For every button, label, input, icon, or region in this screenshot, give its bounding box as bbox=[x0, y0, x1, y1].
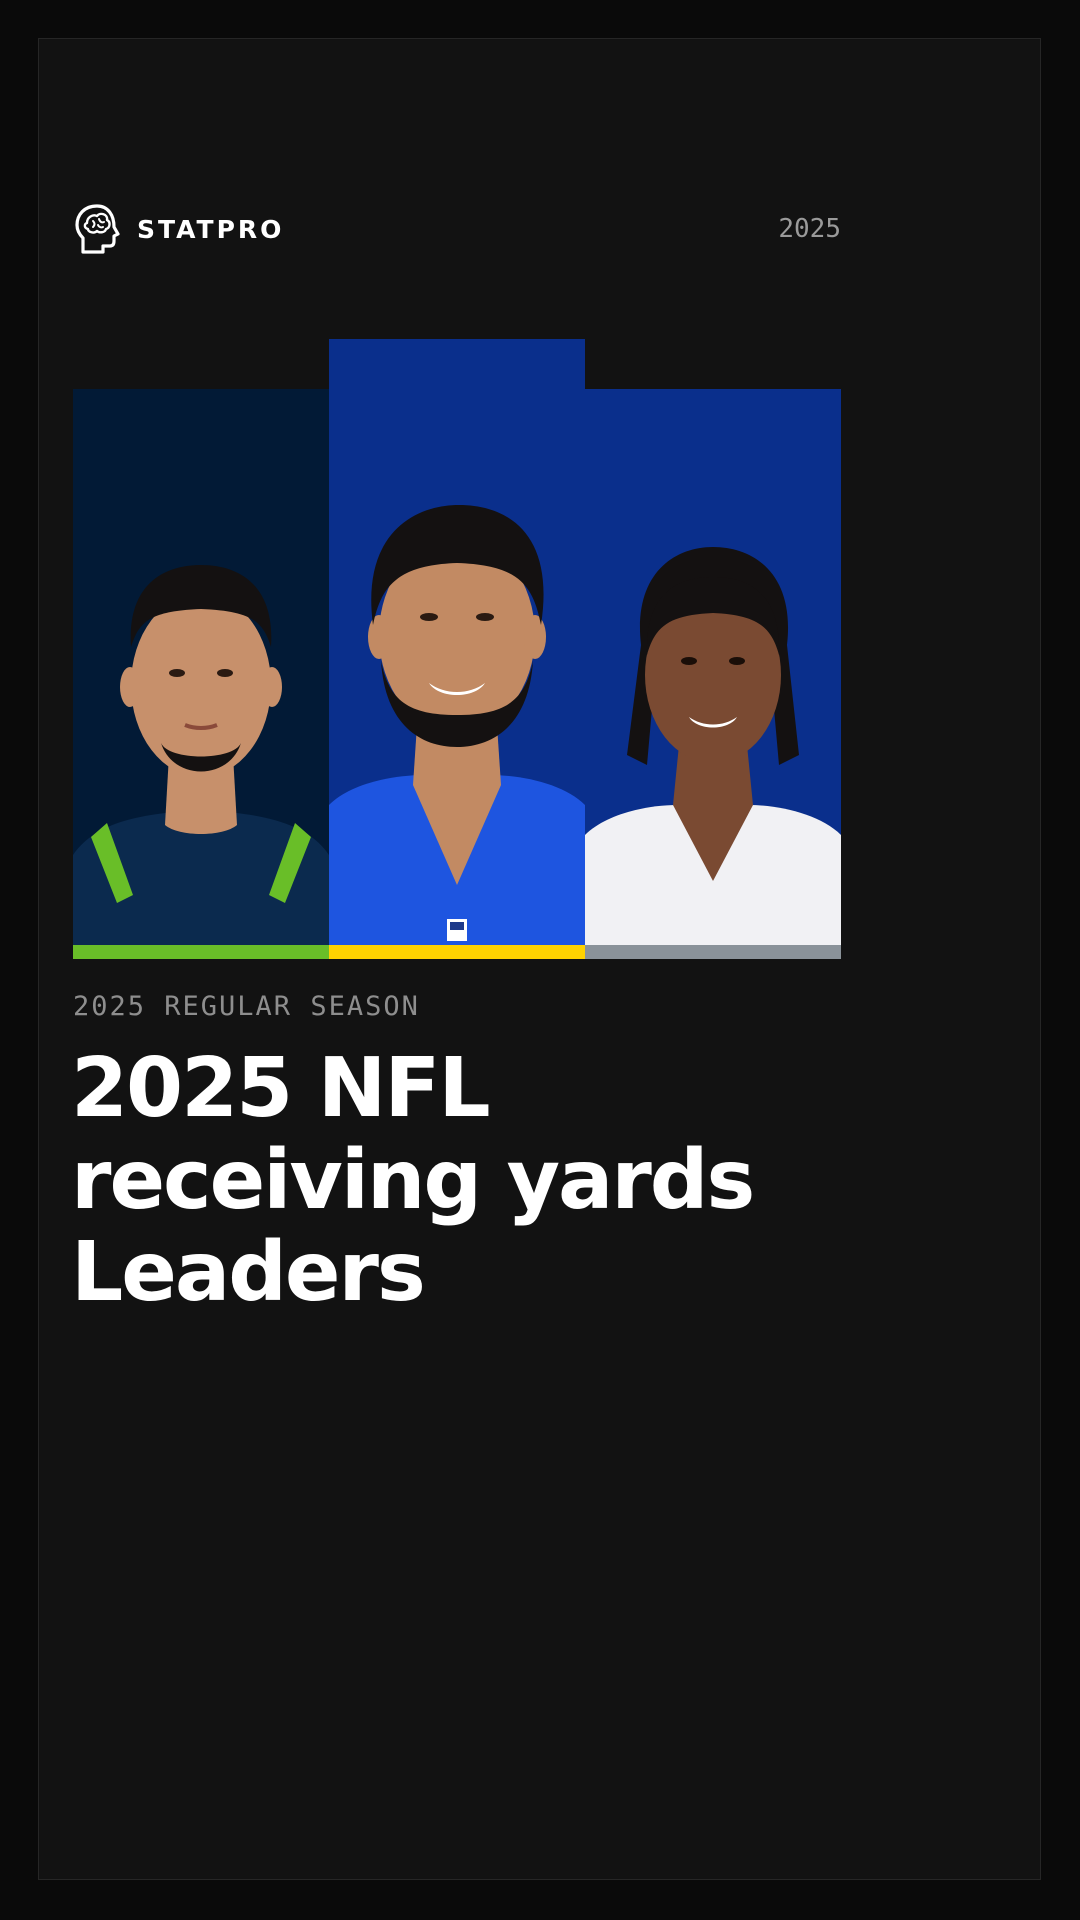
team-color-stripe bbox=[585, 945, 841, 959]
player-card-center[interactable] bbox=[329, 339, 585, 959]
header: STATPRO 2025 bbox=[73, 203, 841, 255]
season-label: 2025 REGULAR SEASON bbox=[73, 991, 420, 1022]
player-portraits bbox=[73, 299, 841, 959]
player-photo-right bbox=[585, 425, 841, 945]
brand[interactable]: STATPRO bbox=[73, 203, 284, 255]
title-line: receiving yards bbox=[71, 1133, 755, 1228]
team-color-stripe bbox=[329, 945, 585, 959]
brand-name: STATPRO bbox=[137, 214, 285, 244]
season-year: 2025 bbox=[778, 214, 841, 244]
player-card-right[interactable] bbox=[585, 389, 841, 959]
page-title: 2025 NFL receiving yards Leaders bbox=[71, 1043, 971, 1319]
player-card-left[interactable] bbox=[73, 389, 329, 959]
player-photo-center bbox=[329, 425, 585, 945]
player-photo-left bbox=[73, 425, 329, 945]
title-line: Leaders bbox=[71, 1225, 426, 1320]
team-color-stripe bbox=[73, 945, 329, 959]
title-line: 2025 NFL bbox=[71, 1041, 491, 1136]
brain-head-icon bbox=[75, 204, 120, 254]
story-card: STATPRO 2025 2025 REGULAR SEASON 2025 NF… bbox=[38, 38, 1041, 1880]
